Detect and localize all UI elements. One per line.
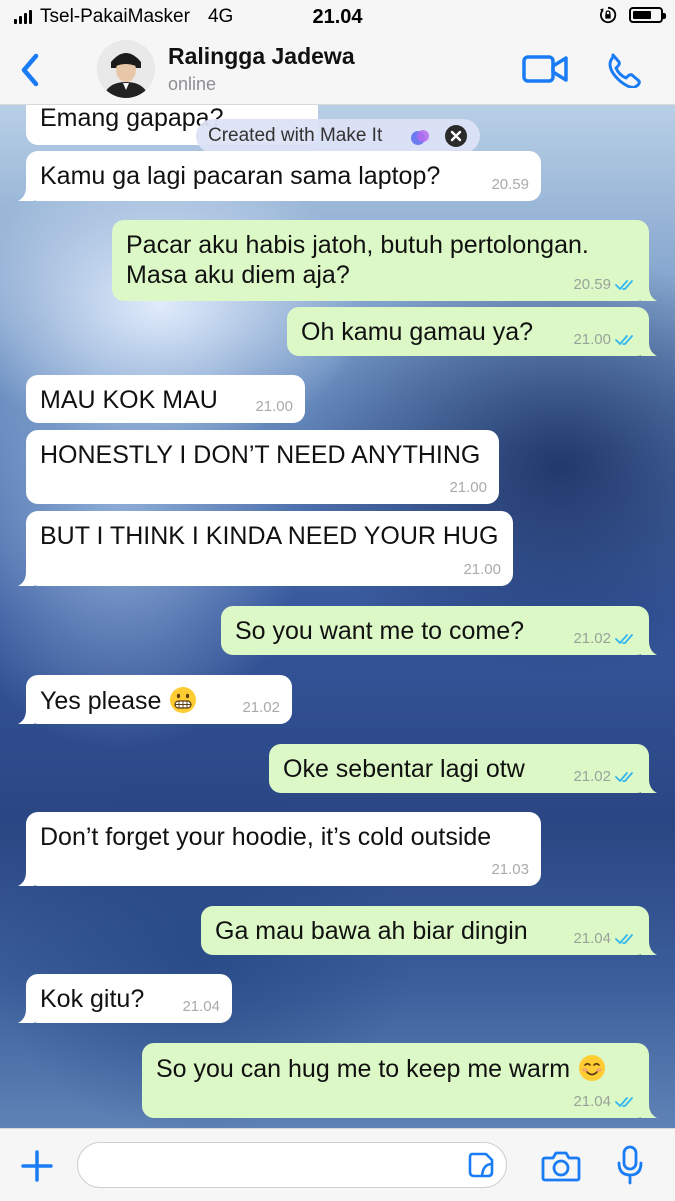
message-text-content: Yes please	[40, 687, 162, 715]
message-time: 21.00	[449, 479, 487, 496]
message-bubble-outgoing[interactable]: Pacar aku habis jatoh, butuh pertolongan…	[112, 220, 657, 301]
message-time: 21.02	[242, 699, 280, 716]
bubble-tail	[641, 342, 657, 356]
message-time: 21.00	[255, 398, 293, 415]
timestamp: 21.04	[573, 1093, 611, 1110]
phone-call-icon[interactable]	[605, 52, 641, 88]
contact-name[interactable]: Ralingga Jadewa	[168, 43, 355, 70]
message-time: 21.04	[182, 998, 220, 1015]
message-text: Kok gitu?	[40, 985, 145, 1013]
message-bubble-incoming[interactable]: HONESTLY I DON’T NEED ANYTHING 21.00	[26, 430, 499, 504]
message-bubble-outgoing[interactable]: Oh kamu gamau ya? 21.00	[287, 307, 657, 356]
message-bubble-incoming[interactable]: MAU KOK MAU 21.00	[26, 375, 305, 423]
video-call-icon[interactable]	[522, 54, 568, 84]
bubble-tail	[18, 710, 34, 724]
message-text-line-2: Masa aku diem aja?	[126, 261, 350, 289]
microphone-icon[interactable]	[615, 1145, 645, 1185]
bubble-tail	[18, 1009, 34, 1023]
contact-status: online	[168, 74, 217, 94]
message-bubble-outgoing[interactable]: So you want me to come? 21.02	[221, 606, 657, 655]
message-bubble-incoming[interactable]: Yes please 21.02	[18, 675, 292, 724]
message-text: So you want me to come?	[235, 617, 525, 645]
timestamp: 21.00	[255, 398, 293, 415]
back-chevron-icon[interactable]	[14, 50, 48, 90]
timestamp: 20.59	[573, 276, 611, 293]
sticker-icon[interactable]	[467, 1151, 495, 1179]
read-receipt-icon	[615, 771, 633, 782]
message-bubble-incoming[interactable]: Kok gitu? 21.04	[18, 974, 232, 1023]
read-receipt-icon	[615, 334, 633, 345]
chat-header: Ralingga Jadewa online	[0, 34, 675, 105]
read-receipt-icon	[615, 279, 633, 290]
message-time: 21.00	[463, 561, 501, 578]
message-text: Oh kamu gamau ya?	[301, 318, 534, 346]
message-bubble-outgoing[interactable]: So you can hug me to keep me warm 21.04	[142, 1043, 657, 1118]
timestamp: 21.03	[491, 861, 529, 878]
makeit-label: Created with Make It	[208, 125, 383, 146]
message-bubble-outgoing[interactable]: Ga mau bawa ah biar dingin 21.04	[201, 906, 657, 955]
message-text: BUT I THINK I KINDA NEED YOUR HUG	[40, 522, 499, 550]
message-time: 21.04	[573, 1093, 637, 1110]
plus-icon[interactable]	[20, 1149, 54, 1183]
bubble-tail	[641, 941, 657, 955]
status-right	[599, 6, 666, 24]
message-time: 21.00	[573, 331, 637, 348]
message-time: 20.59	[491, 176, 529, 193]
clock: 21.04	[312, 6, 363, 28]
bubble-tail	[18, 872, 34, 886]
message-time: 21.02	[573, 630, 637, 647]
made-with-makeit-badge: Created with Make It	[196, 119, 480, 153]
message-bubble-outgoing[interactable]: Oke sebentar lagi otw 21.02	[269, 744, 657, 793]
message-text: Ga mau bawa ah biar dingin	[215, 917, 528, 945]
message-time: 20.59	[573, 276, 637, 293]
bubble-tail	[641, 1104, 657, 1118]
timestamp: 21.02	[242, 699, 280, 716]
composer-bar	[0, 1128, 675, 1201]
bubble-tail	[18, 187, 34, 201]
bubble-tail	[641, 779, 657, 793]
message-text: So you can hug me to keep me warm	[156, 1053, 607, 1085]
timestamp: 20.59	[491, 176, 529, 193]
battery-icon	[629, 7, 666, 23]
message-text-content: So you can hug me to keep me warm	[156, 1055, 571, 1083]
bubble-tail	[641, 287, 657, 301]
read-receipt-icon	[615, 933, 633, 944]
timestamp: 21.04	[182, 998, 220, 1015]
read-receipt-icon	[615, 633, 633, 644]
message-text: Oke sebentar lagi otw	[283, 755, 525, 783]
read-receipt-icon	[615, 1096, 633, 1107]
message-bubble-incoming[interactable]: Don’t forget your hoodie, it’s cold outs…	[18, 812, 541, 886]
timestamp: 21.00	[573, 331, 611, 348]
grimacing-face-emoji-icon	[170, 687, 197, 713]
message-text: MAU KOK MAU	[40, 386, 218, 414]
makeit-logo-icon	[411, 130, 429, 145]
avatar[interactable]	[97, 40, 155, 98]
message-bubble-incoming[interactable]: BUT I THINK I KINDA NEED YOUR HUG 21.00	[18, 511, 513, 586]
timestamp: 21.02	[573, 768, 611, 785]
message-text: Kamu ga lagi pacaran sama laptop?	[40, 162, 441, 190]
message-text-line-1: Pacar aku habis jatoh, butuh pertolongan…	[126, 231, 589, 259]
status-bar: Tsel-PakaiMasker 4G 21.04	[0, 0, 675, 34]
camera-icon[interactable]	[541, 1150, 581, 1182]
bubble-tail	[641, 641, 657, 655]
close-icon[interactable]	[444, 124, 468, 148]
smiling-face-emoji-icon	[579, 1055, 606, 1081]
timestamp: 21.02	[573, 630, 611, 647]
message-time: 21.04	[573, 930, 637, 947]
message-bubble-incoming[interactable]: Kamu ga lagi pacaran sama laptop? 20.59	[18, 151, 541, 201]
message-text: Don’t forget your hoodie, it’s cold outs…	[40, 823, 492, 851]
timestamp: 21.00	[463, 561, 501, 578]
message-time: 21.02	[573, 768, 637, 785]
message-text: Yes please	[40, 685, 198, 717]
avatar-person-icon	[97, 40, 155, 98]
message-input[interactable]	[77, 1142, 507, 1188]
rotation-lock-icon	[599, 6, 617, 24]
chat-area[interactable]: Emang gapapa? Created with Make It Kamu …	[0, 105, 675, 1128]
timestamp: 21.04	[573, 930, 611, 947]
message-time: 21.03	[491, 861, 529, 878]
bubble-tail	[18, 572, 34, 586]
message-text: HONESTLY I DON’T NEED ANYTHING	[40, 441, 481, 469]
timestamp: 21.00	[449, 479, 487, 496]
